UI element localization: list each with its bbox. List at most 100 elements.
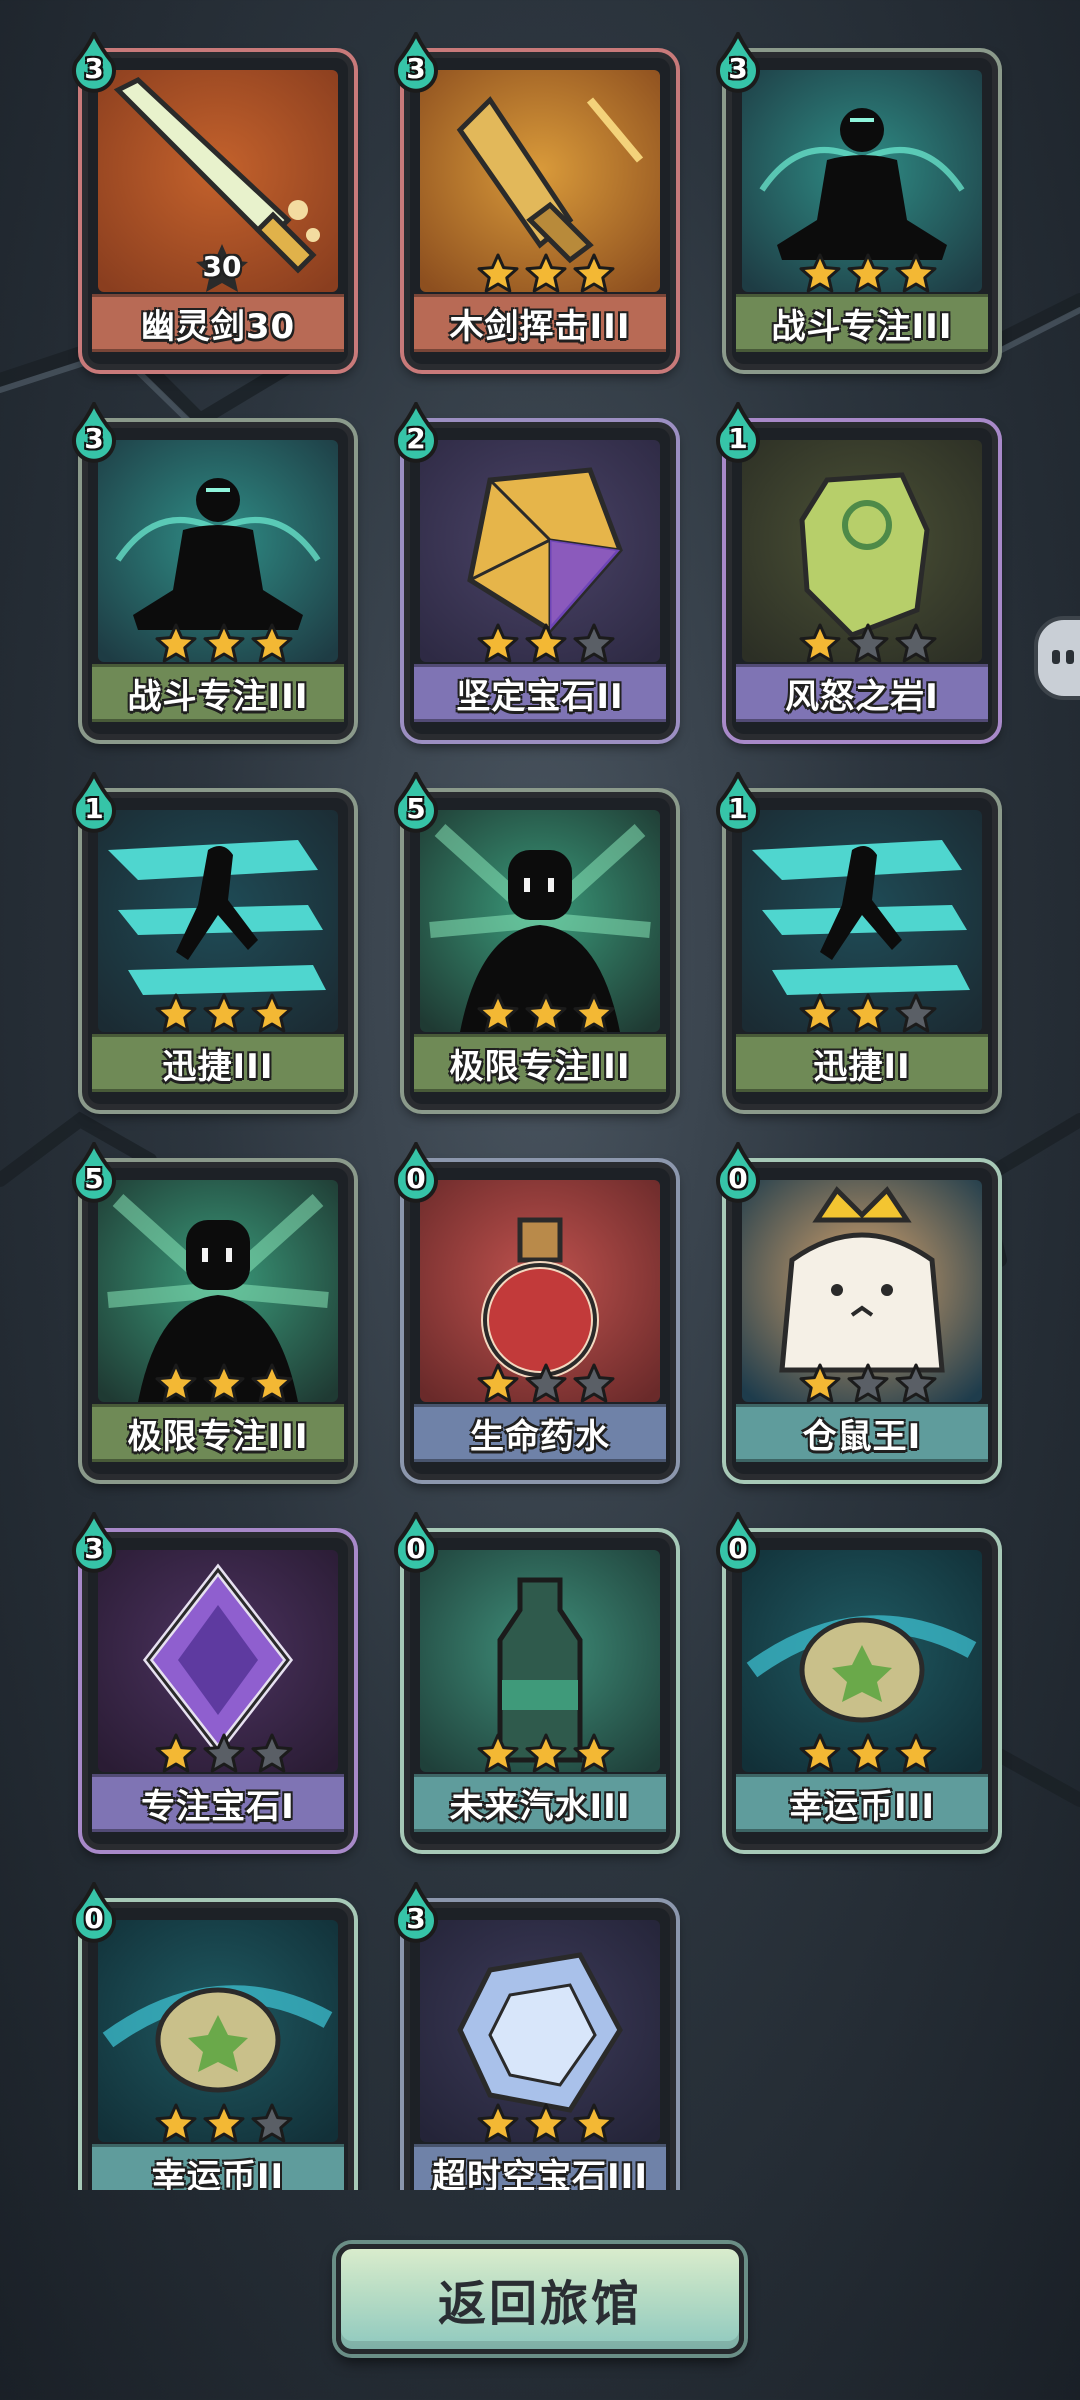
energy-cost-value: 5 xyxy=(84,1162,104,1195)
return-to-inn-button[interactable]: 返回旅馆 xyxy=(336,2244,744,2354)
star-filled-icon xyxy=(476,2102,520,2146)
card-name: 战斗专注III xyxy=(771,306,953,347)
star-filled-icon xyxy=(476,992,520,1036)
card-item[interactable]: 生命药水 0 xyxy=(394,1142,676,1480)
star-filled-icon xyxy=(250,622,294,666)
card-frame: 迅捷II xyxy=(726,792,998,1110)
level-badge-text: 30 xyxy=(202,250,242,283)
star-filled-icon xyxy=(572,2102,616,2146)
star-rating xyxy=(410,1362,670,1406)
star-filled-icon xyxy=(154,1362,198,1406)
card-item[interactable]: 坚定宝石II 2 xyxy=(394,402,676,740)
energy-cost-icon: 0 xyxy=(712,1512,764,1574)
energy-cost-value: 0 xyxy=(728,1532,748,1565)
card-frame: 战斗专注III xyxy=(726,52,998,370)
star-empty-icon xyxy=(524,1362,568,1406)
card-item[interactable]: 仓鼠王I 0 xyxy=(716,1142,998,1480)
star-rating xyxy=(88,992,348,1036)
card-item[interactable]: 极限专注III 5 xyxy=(72,1142,354,1480)
card-name: 专注宝石I xyxy=(141,1786,295,1827)
card-item[interactable]: 超时空宝石III 3 xyxy=(394,1882,676,2190)
star-empty-icon xyxy=(250,1732,294,1776)
card-name-plate: 战斗专注III xyxy=(736,294,988,352)
energy-cost-icon: 2 xyxy=(390,402,442,464)
card-item[interactable]: 幸运币II 0 xyxy=(72,1882,354,2190)
card-name: 幽灵剑30 xyxy=(140,306,296,347)
star-filled-icon xyxy=(894,252,938,296)
star-empty-icon xyxy=(250,2102,294,2146)
card-item[interactable]: 未来汽水III 0 xyxy=(394,1512,676,1850)
card-item[interactable]: 30 幽灵剑30 3 xyxy=(72,32,354,370)
card-frame: 迅捷III xyxy=(82,792,354,1110)
energy-cost-value: 3 xyxy=(84,422,104,455)
card-item[interactable]: 迅捷II 1 xyxy=(716,772,998,1110)
card-name-plate: 极限专注III xyxy=(92,1404,344,1462)
star-filled-icon xyxy=(250,1362,294,1406)
card-name: 木剑挥击III xyxy=(449,306,631,347)
card-name-plate: 仓鼠王I xyxy=(736,1404,988,1462)
star-empty-icon xyxy=(846,622,890,666)
card-name-plate: 幽灵剑30 xyxy=(92,294,344,352)
energy-cost-icon: 3 xyxy=(390,32,442,94)
energy-cost-value: 0 xyxy=(728,1162,748,1195)
card-frame: 战斗专注III xyxy=(82,422,354,740)
card-item[interactable]: 迅捷III 1 xyxy=(72,772,354,1110)
star-rating xyxy=(410,1732,670,1776)
star-rating xyxy=(410,2102,670,2146)
energy-cost-value: 1 xyxy=(728,422,748,455)
card-name-plate: 风怒之岩I xyxy=(736,664,988,722)
card-name: 风怒之岩I xyxy=(785,676,939,717)
card-item[interactable]: 风怒之岩I 1 xyxy=(716,402,998,740)
star-filled-icon xyxy=(572,252,616,296)
card-name-plate: 生命药水 xyxy=(414,1404,666,1462)
star-filled-icon xyxy=(476,622,520,666)
card-item[interactable]: 专注宝石I 3 xyxy=(72,1512,354,1850)
star-filled-icon xyxy=(798,992,842,1036)
energy-cost-icon: 1 xyxy=(68,772,120,834)
energy-cost-value: 2 xyxy=(406,422,426,455)
energy-cost-icon: 1 xyxy=(712,772,764,834)
card-item[interactable]: 战斗专注III 3 xyxy=(72,402,354,740)
card-name: 仓鼠王I xyxy=(802,1416,922,1457)
energy-cost-value: 3 xyxy=(84,52,104,85)
energy-cost-value: 3 xyxy=(406,1902,426,1935)
card-name: 迅捷III xyxy=(162,1046,274,1087)
side-chat-tab[interactable] xyxy=(1034,616,1080,700)
card-name-plate: 幸运币III xyxy=(736,1774,988,1832)
star-filled-icon xyxy=(476,1732,520,1776)
energy-cost-icon: 3 xyxy=(68,32,120,94)
star-filled-icon xyxy=(572,992,616,1036)
card-frame: 生命药水 xyxy=(404,1162,676,1480)
card-item[interactable]: 极限专注III 5 xyxy=(394,772,676,1110)
energy-cost-value: 0 xyxy=(406,1162,426,1195)
star-empty-icon xyxy=(572,1362,616,1406)
card-name: 幸运币III xyxy=(789,1786,935,1827)
star-rating xyxy=(732,992,992,1036)
star-filled-icon xyxy=(154,1732,198,1776)
card-frame: 坚定宝石II xyxy=(404,422,676,740)
star-filled-icon xyxy=(524,622,568,666)
card-item[interactable]: 幸运币III 0 xyxy=(716,1512,998,1850)
card-name: 幸运币II xyxy=(151,2156,285,2191)
card-frame: 30 幽灵剑30 xyxy=(82,52,354,370)
star-filled-icon xyxy=(250,992,294,1036)
energy-cost-value: 3 xyxy=(406,52,426,85)
card-item[interactable]: 木剑挥击III 3 xyxy=(394,32,676,370)
star-empty-icon xyxy=(202,1732,246,1776)
card-name: 生命药水 xyxy=(470,1416,610,1457)
star-filled-icon xyxy=(524,1732,568,1776)
energy-cost-icon: 5 xyxy=(390,772,442,834)
card-name-plate: 迅捷II xyxy=(736,1034,988,1092)
star-filled-icon xyxy=(524,252,568,296)
card-frame: 仓鼠王I xyxy=(726,1162,998,1480)
star-filled-icon xyxy=(894,1732,938,1776)
star-rating xyxy=(410,622,670,666)
card-frame: 幸运币II xyxy=(82,1902,354,2190)
card-name-plate: 幸运币II xyxy=(92,2144,344,2190)
star-filled-icon xyxy=(202,1362,246,1406)
card-item[interactable]: 战斗专注III 3 xyxy=(716,32,998,370)
card-frame: 极限专注III xyxy=(404,792,676,1110)
card-name-plate: 木剑挥击III xyxy=(414,294,666,352)
card-name: 未来汽水III xyxy=(449,1786,631,1827)
star-rating xyxy=(732,622,992,666)
